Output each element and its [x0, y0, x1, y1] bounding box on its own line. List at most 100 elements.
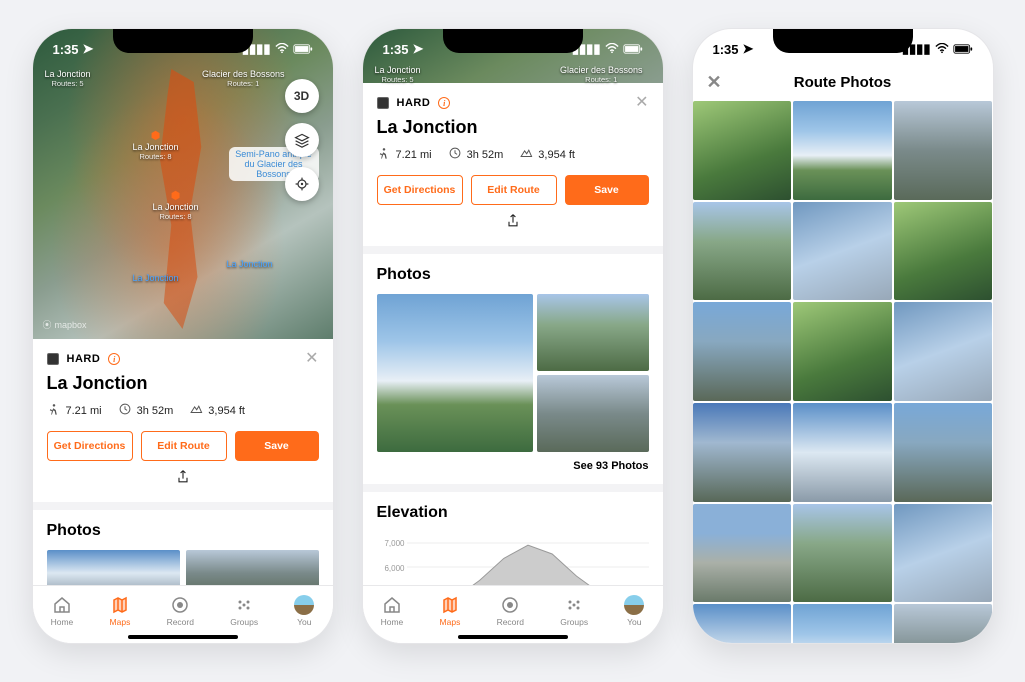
map-3d-toggle[interactable]: 3D	[285, 79, 319, 113]
elevation-ytick: 6,000	[384, 564, 404, 573]
see-all-photos-link[interactable]: See 93 Photos	[377, 460, 649, 472]
photo-thumbnail[interactable]	[793, 403, 892, 502]
photo-thumbnail[interactable]	[894, 604, 993, 643]
avatar	[294, 595, 314, 615]
photo-thumbnail[interactable]	[537, 375, 649, 452]
photo-thumbnail[interactable]	[693, 403, 792, 502]
map[interactable]: La JonctionRoutes: 5 Glacier des Bossons…	[33, 29, 333, 339]
map-locate-button[interactable]	[285, 167, 319, 201]
map-label: La JonctionRoutes: 5	[375, 65, 421, 84]
share-icon[interactable]	[175, 472, 191, 489]
tab-groups[interactable]: Groups	[230, 595, 258, 627]
photo-thumbnail[interactable]	[693, 604, 792, 643]
photo-thumbnail[interactable]	[693, 202, 792, 301]
location-arrow-icon: ➤	[743, 41, 754, 57]
hike-icon	[377, 146, 391, 163]
map-label[interactable]: Glacier des BossonsRoutes: 1	[202, 69, 285, 88]
mapbox-credit: ⦿ mapbox	[43, 318, 87, 331]
tab-you[interactable]: You	[294, 595, 314, 627]
mountain-icon	[189, 402, 203, 419]
tab-you[interactable]: You	[624, 595, 644, 627]
map-label[interactable]: La Jonction	[133, 273, 179, 283]
photo-thumbnail[interactable]	[894, 202, 993, 301]
elevation-chart[interactable]: 7,000 6,000 5,000 4,000	[377, 532, 649, 585]
photo-thumbnail[interactable]	[793, 202, 892, 301]
hike-icon	[47, 402, 61, 419]
tab-record[interactable]: Record	[497, 595, 524, 627]
tab-record[interactable]: Record	[167, 595, 194, 627]
photo-thumbnail[interactable]	[894, 101, 993, 200]
edit-route-button[interactable]: Edit Route	[141, 431, 227, 461]
map-poi-pin[interactable]: La JonctionRoutes: 8	[133, 129, 179, 161]
photo-thumbnail[interactable]	[693, 101, 792, 200]
photos-section: Photos See 93 Photos	[363, 254, 663, 484]
status-right: ▮▮▮▮	[242, 41, 313, 57]
close-icon[interactable]: ✕	[635, 95, 648, 111]
phone-map-view: 1:35 ➤ ▮▮▮▮ La JonctionRoutes: 5 Glacier…	[32, 28, 334, 644]
photo-thumbnail[interactable]	[693, 504, 792, 603]
photo-grid[interactable]	[693, 101, 993, 643]
share-icon[interactable]	[505, 216, 521, 233]
screen-header: ✕ Route Photos	[693, 63, 993, 101]
clock-icon	[448, 146, 462, 163]
page-title: Route Photos	[794, 74, 892, 91]
map-label[interactable]: La JonctionRoutes: 5	[45, 69, 91, 88]
photo-thumbnail[interactable]	[894, 403, 993, 502]
tab-groups[interactable]: Groups	[560, 595, 588, 627]
tab-home[interactable]: Home	[51, 595, 74, 627]
elevation-heading: Elevation	[377, 504, 649, 522]
get-directions-button[interactable]: Get Directions	[47, 431, 133, 461]
photo-thumbnail[interactable]	[894, 504, 993, 603]
difficulty-label: HARD	[67, 353, 101, 365]
route-card: HARD i ✕ La Jonction 7.21 mi 3h 52m 3,95…	[363, 83, 663, 246]
tab-home[interactable]: Home	[381, 595, 404, 627]
map-layers-button[interactable]	[285, 123, 319, 157]
photo-thumbnail[interactable]	[537, 294, 649, 371]
photo-thumbnail[interactable]	[894, 302, 993, 401]
duration-value: 3h 52m	[137, 405, 174, 417]
map-poi-pin[interactable]: La JonctionRoutes: 8	[153, 189, 199, 221]
elevation-value: 3,954 ft	[538, 149, 575, 161]
location-arrow-icon: ➤	[413, 41, 424, 57]
phone-route-photos: 1:35➤ ▮▮▮▮ ✕ Route Photos	[692, 28, 994, 644]
elevation-ytick: 7,000	[384, 539, 404, 548]
home-indicator[interactable]	[458, 635, 568, 639]
get-directions-button[interactable]: Get Directions	[377, 175, 463, 205]
photo-thumbnail[interactable]	[377, 294, 533, 452]
elevation-value: 3,954 ft	[208, 405, 245, 417]
avatar	[624, 595, 644, 615]
photos-heading: Photos	[47, 522, 319, 540]
tab-maps[interactable]: Maps	[440, 595, 461, 627]
photo-thumbnail[interactable]	[793, 504, 892, 603]
info-icon[interactable]: i	[108, 353, 120, 365]
photos-section: Photos	[33, 510, 333, 585]
tab-maps[interactable]: Maps	[110, 595, 131, 627]
battery-icon	[953, 42, 973, 57]
home-indicator[interactable]	[128, 635, 238, 639]
photo-thumbnail[interactable]	[693, 302, 792, 401]
close-icon[interactable]: ✕	[305, 351, 318, 367]
wifi-icon	[935, 42, 949, 57]
close-icon[interactable]: ✕	[707, 72, 722, 93]
photo-thumbnail[interactable]	[47, 550, 180, 585]
save-button[interactable]: Save	[565, 175, 649, 205]
battery-icon	[623, 42, 643, 57]
map-label[interactable]: La Jonction	[226, 259, 272, 269]
status-time: 1:35	[713, 42, 739, 57]
photo-thumbnail[interactable]	[793, 302, 892, 401]
photo-thumbnail[interactable]	[186, 550, 319, 585]
difficulty-label: HARD	[397, 97, 431, 109]
edit-route-button[interactable]: Edit Route	[471, 175, 557, 205]
info-icon[interactable]: i	[438, 97, 450, 109]
wifi-icon	[275, 42, 289, 57]
route-stats: 7.21 mi 3h 52m 3,954 ft	[47, 402, 319, 419]
save-button[interactable]: Save	[235, 431, 319, 461]
notch	[113, 29, 253, 53]
route-card: HARD i ✕ La Jonction 7.21 mi 3h 52m 3,95…	[33, 339, 333, 502]
photo-thumbnail[interactable]	[793, 101, 892, 200]
status-time: 1:35	[53, 42, 79, 57]
battery-icon	[293, 42, 313, 57]
location-arrow-icon: ➤	[83, 41, 94, 57]
photo-thumbnail[interactable]	[793, 604, 892, 643]
elevation-section: Elevation 7,000 6,000 5,000 4,000	[363, 492, 663, 585]
